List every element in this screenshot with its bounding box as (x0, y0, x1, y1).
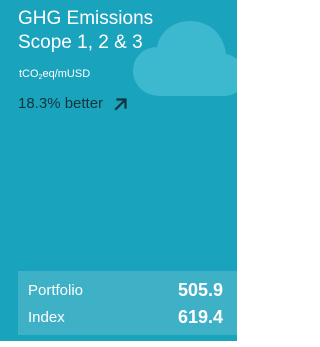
index-row: Index 619.4 (18, 302, 237, 332)
emissions-summary: Portfolio 505.9 Index 619.4 (18, 271, 237, 335)
portfolio-label: Portfolio (28, 281, 84, 299)
trend-indicator: 18.3% better (18, 95, 127, 113)
title-line-1: GHG Emissions (18, 8, 154, 29)
units-suffix: eq/mUSD (42, 68, 91, 80)
title-line-2: Scope 1, 2 & 3 (18, 32, 143, 53)
portfolio-value: 505.9 (177, 279, 223, 300)
units-prefix: tCO (19, 68, 39, 80)
portfolio-row: Portfolio 505.9 (18, 275, 237, 305)
units-label: tCO2eq/mUSD (19, 68, 90, 81)
index-value: 619.4 (177, 306, 223, 327)
ghg-emissions-card[interactable]: GHG Emissions Scope 1, 2 & 3 tCO2eq/mUSD… (0, 0, 237, 341)
trend-text: 18.3% better (18, 95, 104, 112)
card-title: GHG Emissions Scope 1, 2 & 3 (18, 7, 153, 55)
arrow-up-right-icon (114, 97, 127, 111)
index-label: Index (28, 308, 65, 326)
